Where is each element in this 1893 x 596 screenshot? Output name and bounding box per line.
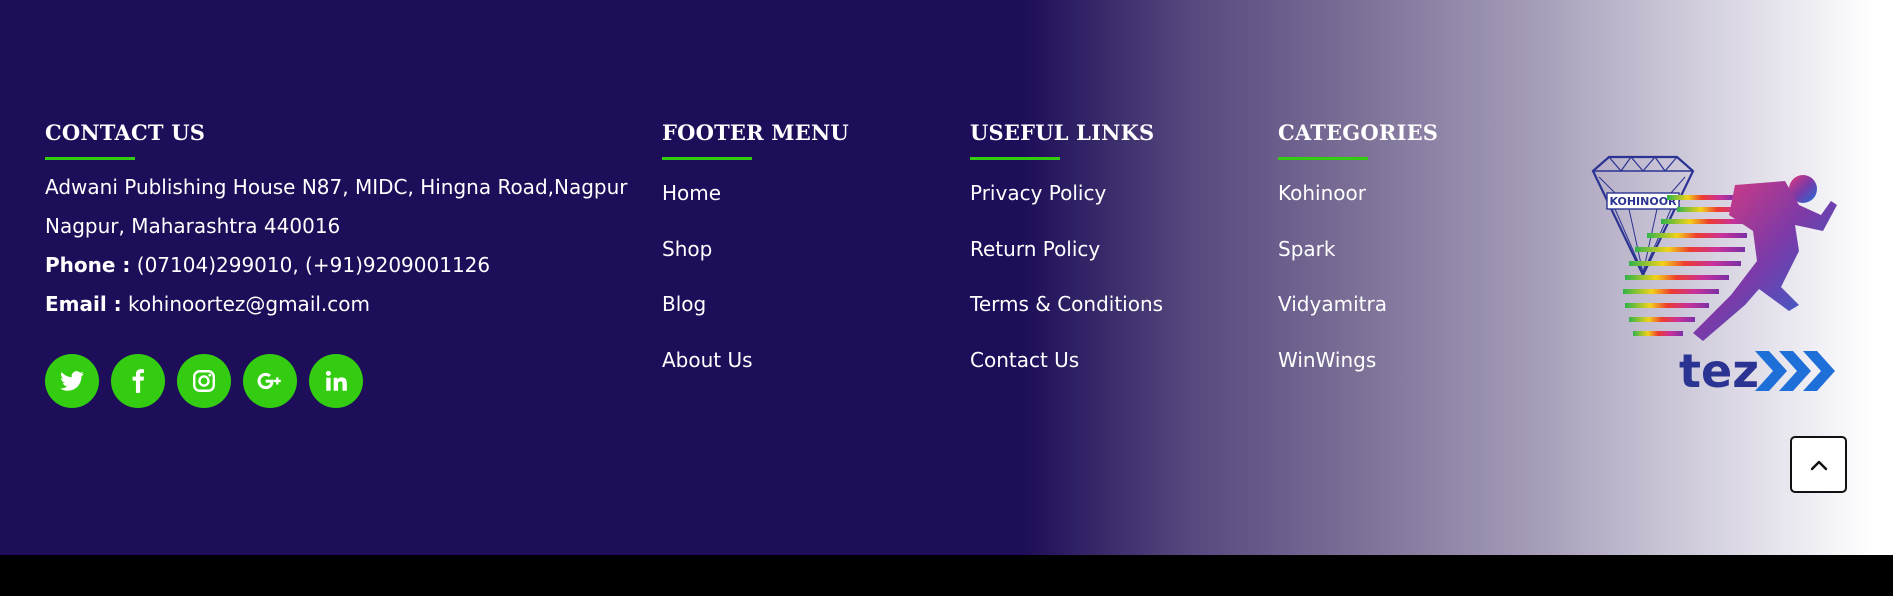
linkedin-button[interactable] xyxy=(309,354,363,408)
category-winwings[interactable]: WinWings xyxy=(1278,333,1558,389)
email-value: kohinoortez@gmail.com xyxy=(121,292,371,316)
footer-link[interactable]: Kohinoor xyxy=(1278,181,1366,205)
scroll-to-top-button[interactable] xyxy=(1790,436,1847,493)
footer-menu-item-blog[interactable]: Blog xyxy=(662,277,942,333)
twitter-icon xyxy=(60,371,84,391)
footer-menu-item-home[interactable]: Home xyxy=(662,166,942,222)
footer-link[interactable]: About Us xyxy=(662,348,753,372)
useful-link-terms-conditions[interactable]: Terms & Conditions xyxy=(970,277,1250,333)
useful-links-section: USEFUL LINKS Privacy Policy Return Polic… xyxy=(970,118,1250,388)
footer-link[interactable]: Spark xyxy=(1278,237,1335,261)
logo-brand-text: tez xyxy=(1679,344,1759,398)
site-footer: CONTACT US Adwani Publishing House N87, … xyxy=(0,0,1893,555)
footer-link[interactable]: Contact Us xyxy=(970,348,1079,372)
diamond-icon xyxy=(1591,155,1695,278)
useful-links-list: Privacy Policy Return Policy Terms & Con… xyxy=(970,166,1250,388)
footer-menu-item-about-us[interactable]: About Us xyxy=(662,333,942,389)
useful-link-contact-us[interactable]: Contact Us xyxy=(970,333,1250,389)
heading-underline xyxy=(45,157,135,160)
useful-link-privacy-policy[interactable]: Privacy Policy xyxy=(970,166,1250,222)
footer-link[interactable]: Terms & Conditions xyxy=(970,292,1163,316)
email-line: Email : kohinoortez@gmail.com xyxy=(45,285,645,324)
footer-link[interactable]: WinWings xyxy=(1278,348,1376,372)
phone-value: (07104)299010, (+91)9209001126 xyxy=(130,253,491,277)
bottom-bar xyxy=(0,555,1893,596)
instagram-button[interactable] xyxy=(177,354,231,408)
twitter-button[interactable] xyxy=(45,354,99,408)
categories-list: Kohinoor Spark Vidyamitra WinWings xyxy=(1278,166,1558,388)
facebook-button[interactable] xyxy=(111,354,165,408)
fast-forward-icon xyxy=(1755,351,1835,391)
address-line-1: Adwani Publishing House N87, MIDC, Hingn… xyxy=(45,175,628,199)
footer-link[interactable]: Privacy Policy xyxy=(970,181,1106,205)
chevron-up-icon xyxy=(1810,460,1827,470)
category-spark[interactable]: Spark xyxy=(1278,222,1558,278)
footer-link[interactable]: Blog xyxy=(662,292,706,316)
footer-link[interactable]: Shop xyxy=(662,237,712,261)
heading-underline xyxy=(1278,157,1368,160)
footer-link[interactable]: Vidyamitra xyxy=(1278,292,1387,316)
google-plus-button[interactable] xyxy=(243,354,297,408)
category-vidyamitra[interactable]: Vidyamitra xyxy=(1278,277,1558,333)
address-line-2: Nagpur, Maharashtra 440016 xyxy=(45,214,341,238)
footer-menu-section: FOOTER MENU Home Shop Blog About Us xyxy=(662,118,942,388)
logo-badge-text: KOHINOOR xyxy=(1609,195,1677,208)
footer-menu-list: Home Shop Blog About Us xyxy=(662,166,942,388)
email-label: Email : xyxy=(45,292,122,316)
category-kohinoor[interactable]: Kohinoor xyxy=(1278,166,1558,222)
instagram-icon xyxy=(193,370,215,392)
facebook-icon xyxy=(132,369,145,393)
google-plus-icon xyxy=(257,372,281,390)
footer-menu-heading: FOOTER MENU xyxy=(662,120,849,145)
footer-link[interactable]: Return Policy xyxy=(970,237,1100,261)
kohinoor-tez-logo: KOHINOOR tez xyxy=(1591,155,1837,398)
footer-menu-item-shop[interactable]: Shop xyxy=(662,222,942,278)
categories-heading: CATEGORIES xyxy=(1278,120,1439,145)
contact-heading: CONTACT US xyxy=(45,120,206,145)
useful-links-heading: USEFUL LINKS xyxy=(970,120,1155,145)
linkedin-icon xyxy=(325,370,347,391)
heading-underline xyxy=(970,157,1060,160)
phone-line: Phone : (07104)299010, (+91)9209001126 xyxy=(45,246,645,285)
contact-section: CONTACT US Adwani Publishing House N87, … xyxy=(45,118,645,324)
categories-section: CATEGORIES Kohinoor Spark Vidyamitra Win… xyxy=(1278,118,1558,388)
phone-label: Phone : xyxy=(45,253,131,277)
useful-link-return-policy[interactable]: Return Policy xyxy=(970,222,1250,278)
heading-underline xyxy=(662,157,752,160)
social-links xyxy=(45,354,363,408)
footer-link[interactable]: Home xyxy=(662,181,721,205)
